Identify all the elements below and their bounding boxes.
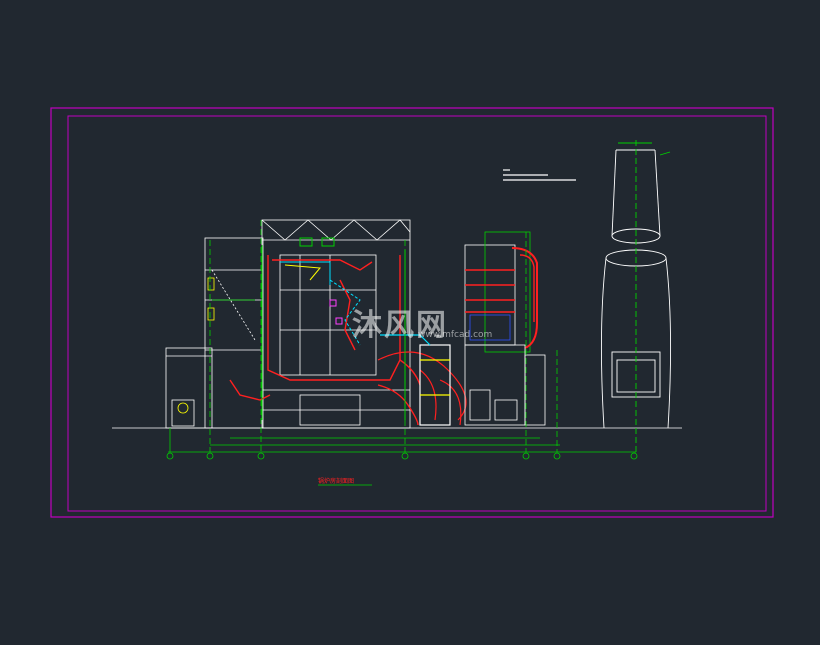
outer-frame: [50, 107, 774, 518]
axis-marker-2: [206, 452, 214, 460]
flue-duct-section: [377, 334, 467, 426]
axis-markers: [166, 452, 638, 460]
axis-marker-3: [257, 452, 265, 460]
axis-marker-7: [630, 452, 638, 460]
scrubber-tower: [464, 231, 546, 426]
chimney-stack: [600, 140, 672, 455]
dimension-lines: [168, 220, 636, 453]
axis-marker-4: [401, 452, 409, 460]
cad-drawing-canvas: [50, 107, 774, 518]
auxiliary-building: [165, 237, 264, 429]
axis-marker-1: [166, 452, 174, 460]
drawing-frame: [50, 107, 774, 518]
axis-marker-5: [522, 452, 530, 460]
boiler-red-piping: [229, 255, 421, 426]
boiler-accents: [261, 237, 406, 420]
axis-marker-6: [553, 452, 561, 460]
title-note-lines: [503, 169, 576, 181]
